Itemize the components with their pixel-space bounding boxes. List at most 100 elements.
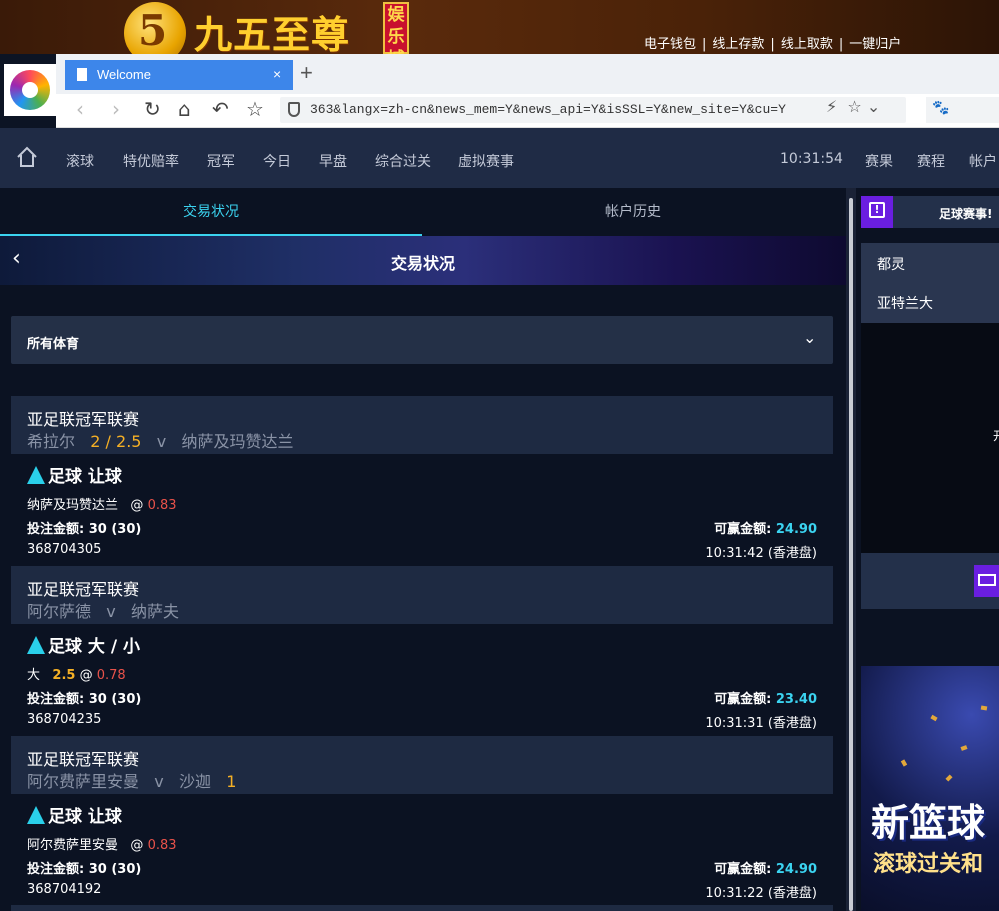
at-symbol: @ [130, 838, 144, 853]
bet-body: 足球 让球 纳萨及玛赞达兰 @ 0.83 投注金额: 30 (30) 可赢金额:… [11, 454, 833, 566]
home-team: 阿尔费萨里安曼 [27, 772, 140, 791]
promo-banner[interactable]: 新篮球 滚球过关和 [861, 666, 999, 911]
close-icon[interactable]: × [273, 66, 281, 82]
vs-label: v [106, 602, 116, 621]
win-label: 可赢金额: [714, 692, 772, 707]
main-pane: 交易状况 帐户历史 ‹ 交易状况 所有体育 ⌄ 亚足联冠军联赛 希拉尔 2 / … [0, 188, 846, 911]
bet-time: 10:31:31 (香港盘) [705, 716, 817, 731]
win-label: 可赢金额: [714, 862, 772, 877]
link-wallet[interactable]: 电子钱包 [644, 33, 696, 52]
browser-tab-welcome[interactable]: Welcome × [65, 60, 293, 90]
browser-logo-ring [10, 70, 50, 110]
nav-special-odds[interactable]: 特优赔率 [123, 151, 179, 171]
match-teams: 希拉尔 2 / 2.5 v 纳萨及玛赞达兰 [27, 428, 293, 452]
nav-schedule[interactable]: 赛程 [917, 151, 945, 171]
stake-value: 30 (30) [88, 862, 142, 877]
stake-label: 投注金额: [27, 862, 85, 877]
potential-win: 可赢金额: 23.40 [714, 688, 817, 707]
nav-virtual[interactable]: 虚拟赛事 [458, 151, 514, 171]
scrollbar[interactable] [846, 188, 856, 911]
tab-title: Welcome [97, 67, 151, 82]
potential-win: 可赢金额: 24.90 [714, 858, 817, 877]
confetti [960, 745, 968, 751]
back-arrow-icon[interactable]: ‹ [76, 97, 84, 121]
page-header: ‹ 交易状况 [0, 236, 846, 285]
market-name: 足球 让球 [48, 807, 122, 827]
market-title: 足球 让球 [27, 462, 122, 487]
scrollbar-thumb[interactable] [849, 198, 853, 911]
undo-icon[interactable]: ↶ [212, 97, 229, 121]
nav-inplay[interactable]: 滚球 [66, 151, 94, 171]
bet-time: 10:31:42 (香港盘) [705, 546, 817, 561]
search-box[interactable]: 🐾 [926, 97, 999, 123]
selection: 大 2.5 @ 0.78 [27, 664, 126, 683]
nav-today[interactable]: 今日 [263, 151, 291, 171]
nav-early[interactable]: 早盘 [319, 151, 347, 171]
nav-outright[interactable]: 冠军 [207, 151, 235, 171]
nav-results[interactable]: 赛果 [865, 151, 893, 171]
vs-label: v [154, 772, 164, 791]
logo-glyph: 5 [138, 6, 168, 54]
url-text: 363&langx=zh-cn&news_mem=Y&news_api=Y&is… [310, 102, 786, 117]
address-bar[interactable]: 363&langx=zh-cn&news_mem=Y&news_api=Y&is… [280, 97, 906, 123]
logo-icon[interactable]: 5 [124, 2, 186, 54]
reload-icon[interactable]: ↻ [144, 97, 161, 121]
bookmark-star-icon[interactable]: ☆ [246, 97, 264, 121]
promo-title: 新篮球 [871, 800, 986, 845]
video-footer [861, 553, 999, 609]
home-icon[interactable] [16, 146, 38, 168]
link-deposit[interactable]: 线上存款 [712, 33, 764, 52]
vs-label: v [156, 432, 167, 451]
list-item[interactable]: 都灵 [877, 254, 905, 274]
announcement-header[interactable]: ! 足球赛事! [861, 196, 999, 228]
bet-time: 10:31:22 (香港盘) [705, 886, 817, 901]
clock: 10:31:54 [780, 151, 843, 167]
stake: 投注金额: 30 (30) [27, 858, 141, 877]
nav-parlay[interactable]: 综合过关 [375, 151, 431, 171]
right-pane: ! 足球赛事! 都灵 亚特兰大 开 新篮球 滚球过关和 [856, 188, 999, 911]
selection: 纳萨及玛赞达兰 @ 0.83 [27, 494, 177, 513]
bet-body: 足球 让球 阿尔费萨里安曼 @ 0.83 投注金额: 30 (30) 可赢金额:… [11, 794, 833, 906]
tv-screen [978, 574, 996, 586]
chevron-down-icon[interactable]: ⌄ [867, 97, 880, 116]
ticket-id: 368704192 [27, 882, 102, 897]
announcement-icon: ! [861, 196, 893, 228]
sport-filter-dropdown[interactable]: 所有体育 ⌄ [11, 316, 833, 364]
favorite-star-icon[interactable]: ☆ [847, 97, 861, 116]
away-team: 纳萨夫 [131, 602, 180, 621]
away-team: 沙迦 [179, 772, 212, 791]
divider: | [702, 37, 707, 52]
link-consolidate[interactable]: 一键归户 [849, 33, 901, 52]
divider: | [838, 37, 844, 52]
market-name: 足球 大 / 小 [48, 637, 140, 657]
tv-icon[interactable] [974, 565, 999, 597]
tab-account-history[interactable]: 帐户历史 [422, 188, 844, 236]
link-withdraw[interactable]: 线上取款 [781, 33, 833, 52]
market-title: 足球 大 / 小 [27, 632, 140, 657]
nav-account[interactable]: 帐户 [969, 151, 997, 171]
lightning-icon[interactable]: ⚡ [826, 97, 837, 116]
win-value: 24.90 [775, 522, 817, 537]
league-name: 亚足联冠军联赛 [27, 580, 140, 599]
league-name: 亚足联冠军联赛 [27, 410, 140, 429]
win-value: 24.90 [775, 862, 817, 877]
new-tab-button[interactable]: + [300, 60, 313, 86]
handicap-line: 2 / 2.5 [90, 432, 142, 451]
confetti [930, 714, 938, 722]
selection-name: 阿尔费萨里安曼 [27, 838, 119, 853]
list-item[interactable]: 亚特兰大 [877, 293, 933, 313]
tab-transactions[interactable]: 交易状况 [0, 188, 422, 236]
logo-text: 九五至尊 [194, 12, 351, 54]
browser-logo-icon[interactable] [4, 64, 56, 116]
ticket-id: 368704305 [27, 542, 102, 557]
announcement-title: 足球赛事! [939, 207, 993, 221]
forward-arrow-icon[interactable]: › [112, 97, 120, 121]
warning-icon [27, 466, 45, 484]
exclamation-icon: ! [869, 202, 885, 218]
site-nav: 滚球 特优赔率 冠军 今日 早盘 综合过关 虚拟赛事 10:31:54 赛果 赛… [0, 128, 999, 188]
video-area: 开 [861, 323, 999, 553]
confetti [900, 759, 908, 767]
home-icon[interactable]: ⌂ [178, 97, 191, 121]
stake-value: 30 (30) [88, 522, 142, 537]
browser-toolbar: ‹ › ↻ ⌂ ↶ ☆ 363&langx=zh-cn&news_mem=Y&n… [56, 94, 999, 128]
